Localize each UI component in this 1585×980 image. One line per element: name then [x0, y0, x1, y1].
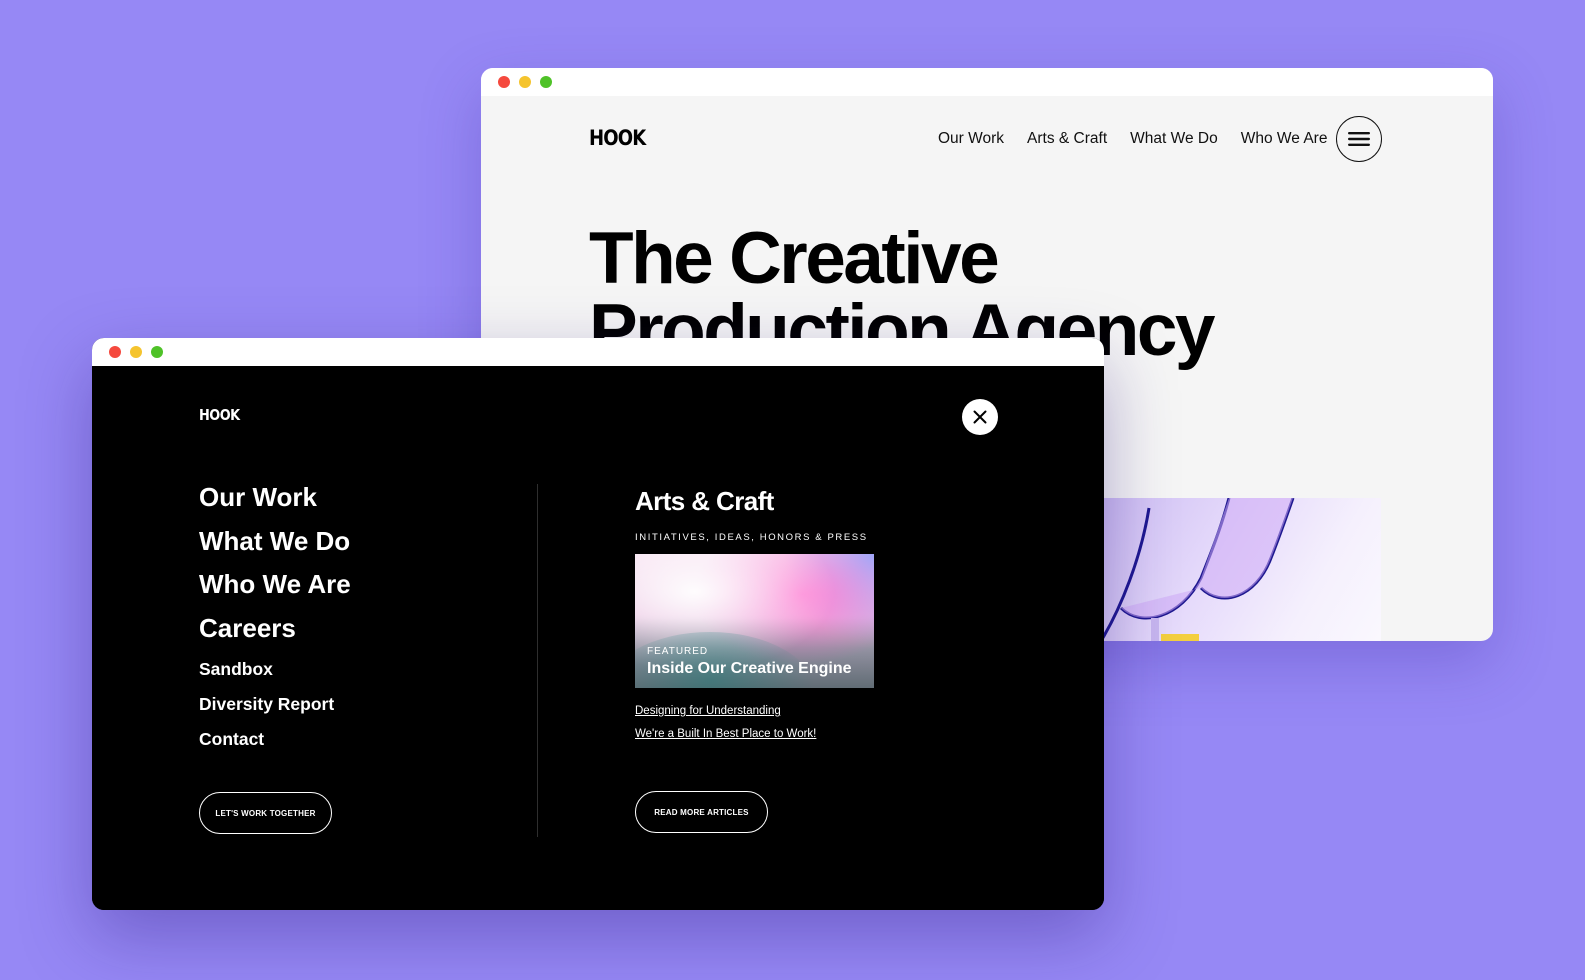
menu-button[interactable] [1336, 116, 1382, 162]
site-logo[interactable]: HOOK [589, 126, 646, 150]
close-icon [973, 410, 987, 424]
menu-link-who-we-are[interactable]: Who We Are [199, 571, 351, 597]
secondary-menu: Sandbox Diversity Report Contact [199, 659, 334, 764]
site-logo[interactable]: HOOK [199, 406, 240, 424]
close-window-dot[interactable] [109, 346, 121, 358]
nav-link-what-we-do[interactable]: What We Do [1130, 130, 1218, 148]
close-menu-button[interactable] [962, 399, 998, 435]
article-link-designing[interactable]: Designing for Understanding [635, 704, 816, 718]
top-nav: Our Work Arts & Craft What We Do Who We … [938, 130, 1350, 148]
featured-title: Inside Our Creative Engine [647, 660, 852, 677]
menu-divider [537, 484, 538, 837]
menu-link-careers[interactable]: Careers [199, 615, 351, 641]
arts-craft-subheading: INITIATIVES, IDEAS, HONORS & PRESS [635, 532, 868, 543]
arts-craft-heading[interactable]: Arts & Craft [635, 486, 774, 517]
lets-work-together-button[interactable]: LET'S WORK TOGETHER [199, 792, 332, 834]
primary-menu: Our Work What We Do Who We Are Careers [199, 484, 351, 658]
featured-article-card[interactable]: FEATURED Inside Our Creative Engine [635, 554, 874, 688]
menu-link-diversity-report[interactable]: Diversity Report [199, 694, 334, 714]
menu-browser-window: HOOK Our Work What We Do Who We Are Care… [92, 338, 1104, 910]
browser-chrome [92, 338, 1104, 366]
featured-label: FEATURED [647, 646, 709, 657]
hero-line-1: The Creative [589, 218, 1000, 299]
browser-chrome [481, 68, 1493, 96]
close-window-dot[interactable] [498, 76, 510, 88]
menu-link-our-work[interactable]: Our Work [199, 484, 351, 510]
read-more-articles-button[interactable]: READ MORE ARTICLES [635, 791, 768, 833]
minimize-window-dot[interactable] [130, 346, 142, 358]
maximize-window-dot[interactable] [540, 76, 552, 88]
menu-link-contact[interactable]: Contact [199, 729, 334, 749]
minimize-window-dot[interactable] [519, 76, 531, 88]
article-link-best-place[interactable]: We're a Built In Best Place to Work! [635, 727, 816, 741]
maximize-window-dot[interactable] [151, 346, 163, 358]
nav-link-arts-craft[interactable]: Arts & Craft [1027, 130, 1107, 148]
nav-link-who-we-are[interactable]: Who We Are [1241, 130, 1328, 148]
nav-link-our-work[interactable]: Our Work [938, 130, 1004, 148]
menu-link-what-we-do[interactable]: What We Do [199, 528, 351, 554]
hamburger-icon [1348, 132, 1370, 146]
article-links: Designing for Understanding We're a Buil… [635, 704, 816, 750]
hero-illustration [1081, 498, 1381, 641]
menu-link-sandbox[interactable]: Sandbox [199, 659, 334, 679]
menu-overlay: HOOK Our Work What We Do Who We Are Care… [92, 366, 1104, 910]
